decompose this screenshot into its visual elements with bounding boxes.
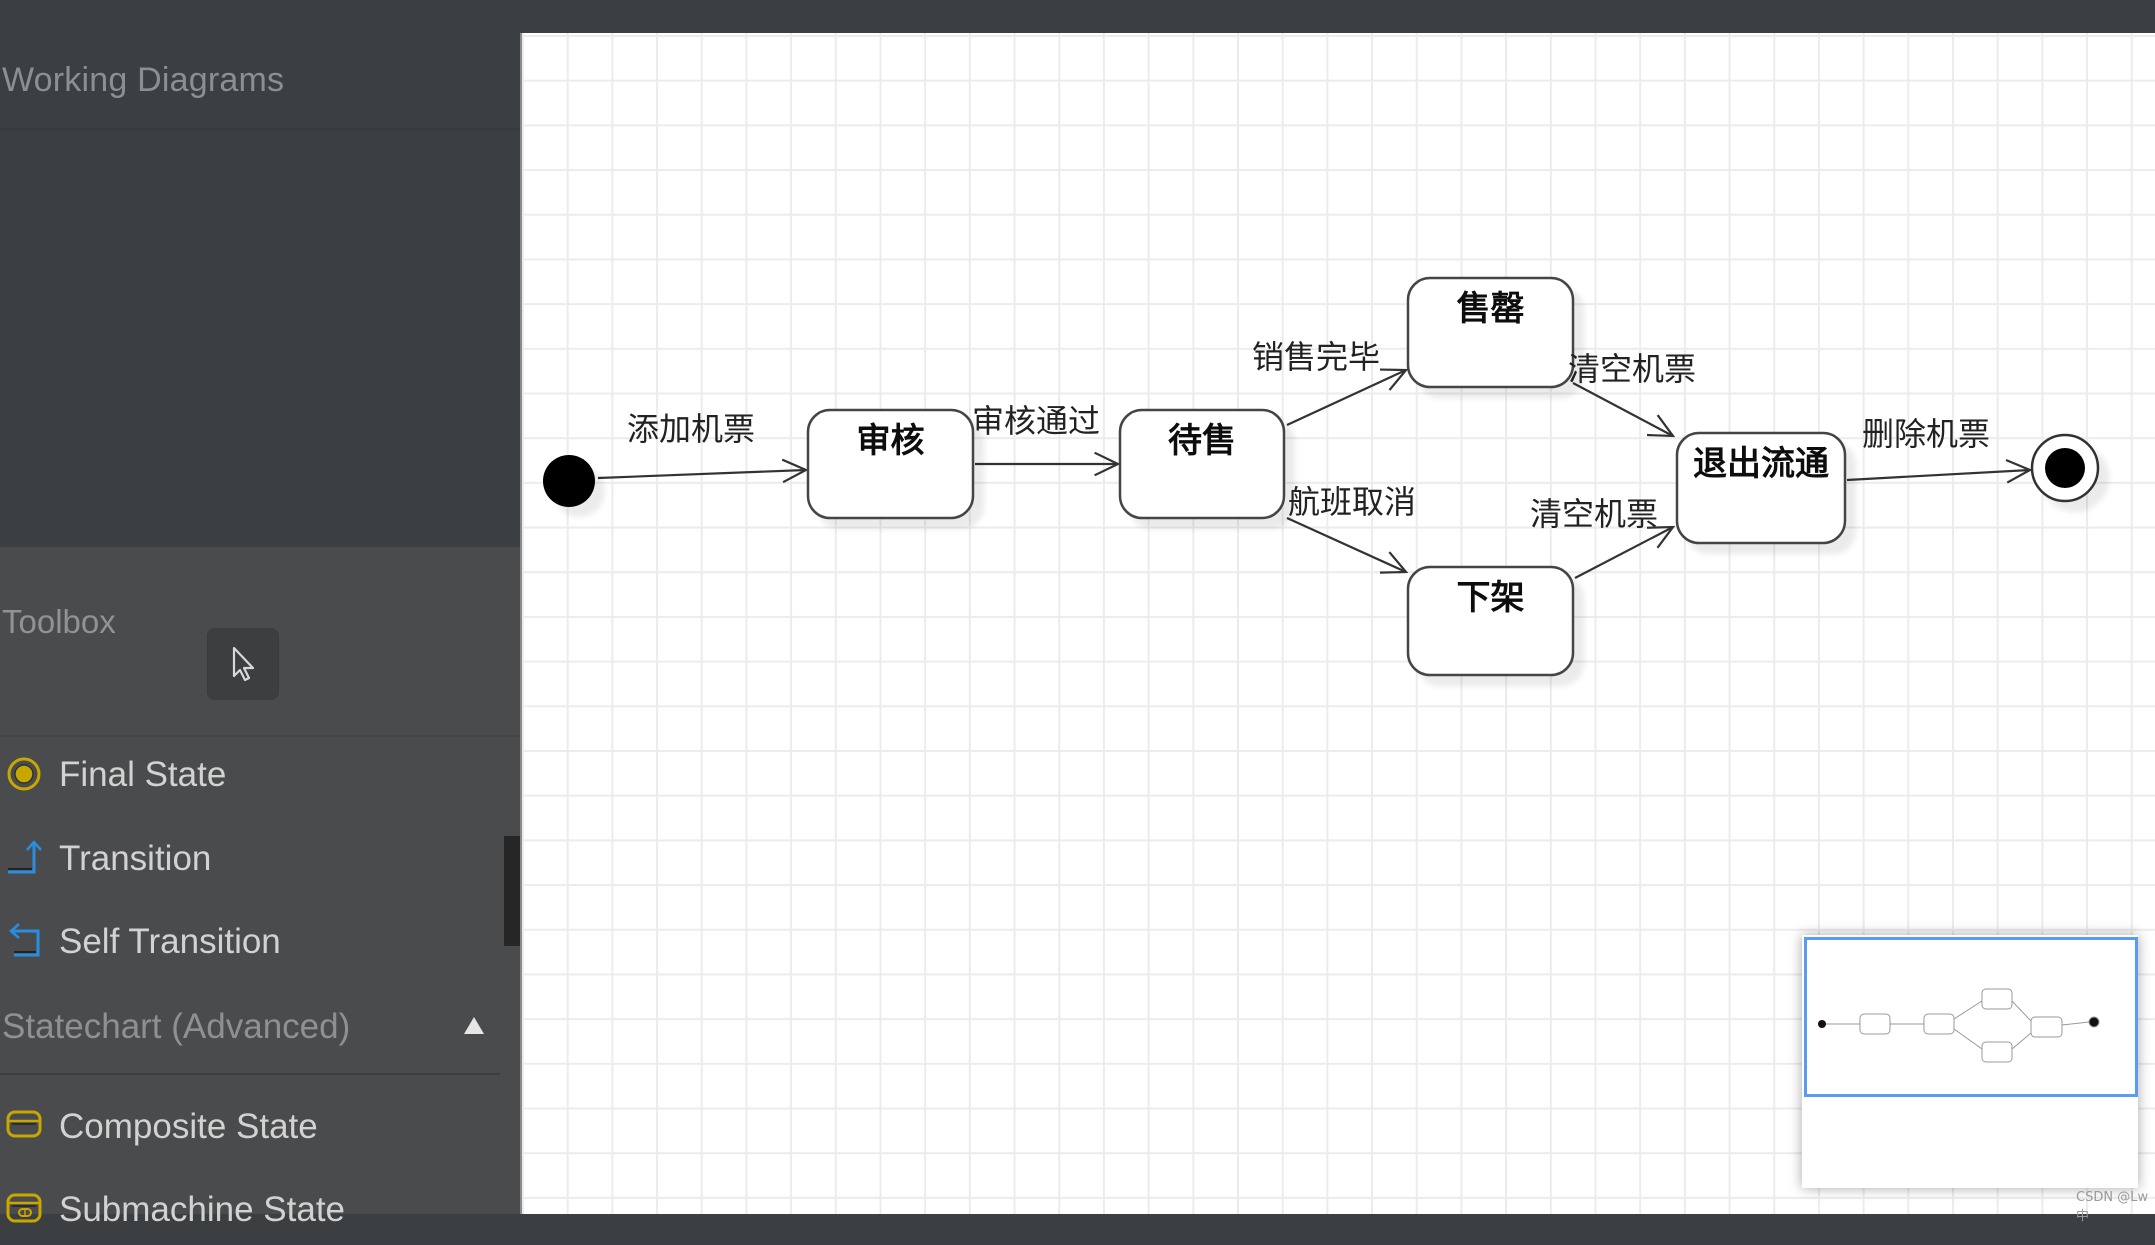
state-sold_out[interactable]: 售罄 (1406, 276, 1575, 389)
state-retired[interactable]: 退出流通 (1675, 431, 1847, 545)
state-label: 退出流通 (1693, 444, 1829, 484)
transition-label[interactable]: 删除机票 (1862, 415, 1990, 453)
state-label: 下架 (1457, 578, 1525, 618)
transition-label[interactable]: 清空机票 (1530, 495, 1658, 533)
final-state[interactable] (2030, 433, 2100, 503)
transition-label[interactable]: 审核通过 (972, 402, 1100, 440)
transition-line[interactable] (1286, 369, 1407, 426)
state-label: 待售 (1168, 421, 1236, 461)
state-label: 售罄 (1457, 289, 1525, 329)
minimap[interactable] (1802, 935, 2138, 1188)
transition-line[interactable] (1286, 516, 1407, 574)
minimap-viewport[interactable] (1804, 937, 2138, 1097)
transition-line[interactable] (1572, 382, 1674, 437)
state-review[interactable]: 审核 (806, 408, 975, 520)
transition-label[interactable]: 航班取消 (1288, 483, 1416, 521)
watermark: CSDN @Lw中 (2076, 1190, 2149, 1224)
transition-line[interactable] (1574, 526, 1674, 579)
initial-state[interactable] (543, 455, 595, 507)
state-removed[interactable]: 下架 (1406, 565, 1575, 677)
transition-line[interactable] (1846, 468, 2031, 482)
state-on_sale[interactable]: 待售 (1118, 408, 1286, 520)
state-label: 审核 (857, 421, 925, 461)
transition-label[interactable]: 清空机票 (1568, 350, 1696, 388)
transition-label[interactable]: 销售完毕 (1252, 338, 1380, 376)
transition-label[interactable]: 添加机票 (627, 410, 755, 448)
transition-line[interactable] (597, 468, 807, 480)
